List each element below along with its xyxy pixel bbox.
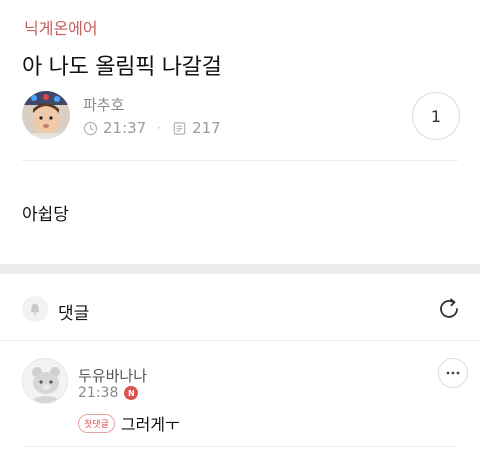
post-meta: 21:37 · 217 bbox=[83, 119, 221, 137]
comment-time: 21:38 bbox=[78, 385, 119, 401]
default-avatar-icon bbox=[23, 359, 67, 403]
divider bbox=[22, 446, 458, 447]
divider bbox=[0, 340, 480, 341]
section-separator bbox=[0, 264, 480, 274]
board-name[interactable]: 닉게온에어 bbox=[24, 15, 98, 39]
comment-more-button[interactable] bbox=[438, 358, 468, 388]
post-time: 21:37 bbox=[103, 119, 147, 137]
author-name[interactable]: 파추호 bbox=[83, 94, 124, 115]
comments-label: 댓글 bbox=[58, 304, 90, 324]
refresh-icon bbox=[440, 298, 458, 318]
new-badge: N bbox=[124, 386, 139, 400]
post-body: 아쉽당 bbox=[22, 205, 69, 225]
comment-item: 두유바나나 21:38 N 첫댓글 그러게ㅜ bbox=[22, 356, 468, 438]
comment-content: 첫댓글 그러게ㅜ bbox=[78, 411, 180, 435]
comments-header: 댓글 bbox=[22, 292, 464, 328]
post-author-row: 파추호 21:37 · 217 1 bbox=[22, 90, 460, 142]
refresh-button[interactable] bbox=[434, 294, 464, 324]
divider bbox=[22, 160, 458, 161]
post-views: 217 bbox=[192, 119, 221, 137]
comment-count-button[interactable]: 1 bbox=[412, 92, 460, 140]
commenter-name[interactable]: 두유바나나 bbox=[78, 365, 147, 386]
clock-icon bbox=[83, 121, 98, 135]
first-comment-badge: 첫댓글 bbox=[78, 413, 115, 433]
commenter-avatar[interactable] bbox=[22, 358, 68, 404]
more-icon bbox=[446, 371, 460, 375]
bell-icon bbox=[30, 303, 40, 315]
author-avatar[interactable] bbox=[22, 91, 70, 139]
document-icon bbox=[173, 121, 186, 135]
author-avatar-image bbox=[22, 91, 70, 139]
comment-meta: 21:38 N bbox=[78, 385, 139, 401]
post-title: 아 나도 올림픽 나갈걸 bbox=[22, 55, 222, 80]
comment-text: 그러게ㅜ bbox=[120, 415, 180, 434]
meta-separator: · bbox=[157, 121, 162, 135]
notify-button[interactable] bbox=[22, 296, 48, 322]
